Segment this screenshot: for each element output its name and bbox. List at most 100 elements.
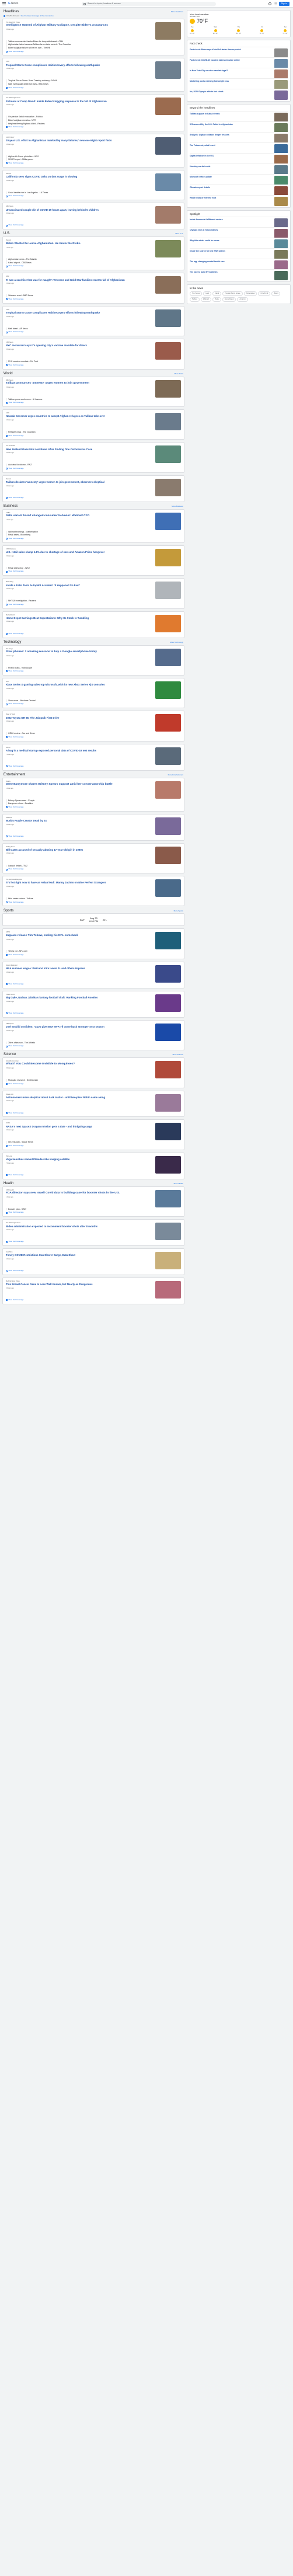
related-story[interactable]: Hulu series review - Vulture — [8, 897, 181, 900]
more-link[interactable]: More Entertainment — [168, 774, 183, 777]
story-source[interactable]: USA TODAY — [6, 137, 153, 138]
story-headline[interactable]: Drew Barrymore shares Britney Spears sup… — [6, 783, 153, 786]
story-thumbnail[interactable] — [155, 1061, 181, 1079]
story-thumbnail[interactable] — [155, 412, 181, 430]
full-coverage-link[interactable]: View Full Coverage — [6, 298, 181, 301]
story-headline[interactable]: Astronomers more skeptical about dark ma… — [6, 1096, 153, 1099]
sidebar-story-headline[interactable]: Climate report details — [190, 186, 273, 189]
gear-icon[interactable] — [268, 2, 271, 5]
full-coverage-link[interactable]: View Full Coverage — [6, 953, 181, 956]
more-link[interactable]: More Technology — [170, 641, 183, 644]
sidebar-story-headline[interactable]: Inside the search for lost WWII planes — [190, 250, 273, 252]
story-headline[interactable]: Vega launches named Pleiades-like imagin… — [6, 1158, 153, 1161]
related-story[interactable]: Afghan Air Force pilots flee - WSJ — [8, 155, 181, 158]
sidebar-story[interactable]: Is New York City vaccine mandate legal? — [190, 67, 288, 79]
sidebar-story-headline[interactable]: No, 2020 Olympic athlete fact check — [190, 90, 273, 93]
related-story[interactable]: Covid deaths rise in Los Angeles - LA Ti… — [8, 192, 181, 194]
sidebar-story[interactable]: Tim Tebow cut, what's next — [190, 142, 288, 154]
story-thumbnail[interactable] — [155, 994, 181, 1012]
sidebar-story-headline[interactable]: 5 Reasons Why the U.S. Failed in Afghani… — [190, 123, 273, 126]
story-headline[interactable]: NASA's next SpaceX Dragon mission gets a… — [6, 1125, 153, 1129]
related-story[interactable]: Lawsuit details - TMZ — [8, 865, 181, 868]
story-headline[interactable]: Jaguars release Tim Tebow, ending his NF… — [6, 934, 153, 938]
story-thumbnail[interactable] — [155, 98, 181, 116]
sidebar-section-title[interactable]: Spotlight — [190, 213, 288, 216]
sidebar-story-headline[interactable]: Microsoft Office update — [190, 176, 273, 178]
sidebar-story[interactable]: Marketing posts claiming fast weight los… — [190, 78, 288, 89]
story-thumbnail[interactable] — [155, 478, 181, 496]
sidebar-story-headline[interactable]: The race to build EV batteries — [190, 271, 273, 273]
full-coverage-link[interactable]: View Full Coverage — [6, 50, 181, 53]
story-thumbnail[interactable] — [155, 582, 181, 600]
story-headline[interactable]: What If You Could Become Invisible to Mo… — [6, 1063, 153, 1066]
story-thumbnail[interactable] — [155, 61, 181, 79]
story-source[interactable]: BBC News — [6, 380, 153, 381]
sidebar-story-headline[interactable]: Digital inflation in the U.S. — [190, 155, 273, 157]
more-link[interactable]: More U.S. — [175, 232, 183, 235]
full-coverage-link[interactable]: View Full Coverage — [6, 434, 181, 437]
full-coverage-link[interactable]: View Full Coverage — [6, 806, 181, 809]
sidebar-story-headline[interactable]: Fact check: COVID-19 vaccine claims circ… — [190, 59, 273, 61]
story-source[interactable]: CBS News — [6, 342, 153, 343]
story-headline[interactable]: Pixel phones: 3 amazing reasons to buy a… — [6, 650, 153, 654]
section-title[interactable]: Health — [4, 1182, 13, 1186]
sidebar-story-headline[interactable]: The app changing mental health care — [190, 260, 273, 263]
story-thumbnail[interactable] — [155, 342, 181, 360]
sidebar-section-title[interactable]: Beyond the headlines — [190, 106, 288, 110]
full-coverage-link[interactable]: View Full Coverage — [6, 467, 181, 470]
story-thumbnail[interactable] — [155, 714, 181, 732]
story-thumbnail[interactable] — [155, 1123, 181, 1141]
full-coverage-link[interactable]: View Full Coverage — [6, 736, 181, 739]
announcement-link[interactable]: See the latest coverage of the coronavir… — [21, 15, 54, 18]
sidebar-story[interactable]: Housing market cools — [190, 163, 288, 175]
story-thumbnail[interactable] — [155, 932, 181, 950]
topic-chip[interactable]: Kabul — [212, 291, 222, 296]
story-thumbnail[interactable] — [155, 240, 181, 258]
story-thumbnail[interactable] — [155, 512, 181, 530]
section-title[interactable]: Business — [4, 504, 18, 509]
story-source[interactable]: NBC News — [6, 206, 153, 207]
sidebar-story-headline[interactable]: Housing market cools — [190, 165, 273, 168]
full-coverage-link[interactable]: View Full Coverage — [6, 1045, 181, 1047]
related-story[interactable]: Kabul airport - CBS News — [8, 262, 181, 264]
story-headline[interactable]: U.S. retail sales slump 1.1% due to shor… — [6, 551, 153, 554]
story-source[interactable]: IGN — [6, 681, 153, 683]
full-coverage-link[interactable]: View Full Coverage — [6, 765, 181, 768]
full-coverage-link[interactable]: View Full Coverage — [6, 537, 181, 540]
story-headline[interactable]: 2022 Toyota GR 86: The Jalopnik First Dr… — [6, 716, 153, 720]
story-source[interactable]: Reuters — [6, 478, 153, 480]
full-coverage-link[interactable]: View Full Coverage — [6, 162, 181, 165]
related-story[interactable]: Afghanistan latest news as Taliban force… — [8, 43, 181, 46]
topic-chip[interactable]: Amazon — [237, 297, 248, 302]
story-headline[interactable]: Unvaccinated couple die of COVID-19 hour… — [6, 208, 153, 212]
story-thumbnail[interactable] — [155, 1189, 181, 1207]
related-story[interactable]: Auckland lockdown - RNZ — [8, 464, 181, 467]
full-coverage-link[interactable]: View Full Coverage — [6, 1144, 181, 1147]
story-headline[interactable]: Bill Gates accused of sexually abusing 1… — [6, 848, 153, 852]
story-headline[interactable]: FDA director says new Israeli Covid data… — [6, 1192, 153, 1195]
story-thumbnail[interactable] — [155, 1155, 181, 1174]
story-thumbnail[interactable] — [155, 380, 181, 398]
story-source[interactable]: Reuters — [6, 239, 153, 241]
search-box[interactable]: Search for topics, locations & sources — [82, 1, 216, 6]
story-source[interactable]: Road & Track — [6, 713, 153, 715]
story-headline[interactable]: NBA summer league: Pelicans' Kira Lewis … — [6, 967, 153, 970]
story-source[interactable]: CNN — [6, 412, 153, 414]
related-story[interactable]: Veterans react - ABC News — [8, 294, 181, 297]
story-headline[interactable]: Buddy Puzzle Creator Dead by 24 — [6, 819, 153, 823]
full-coverage-link[interactable]: View Full Coverage — [6, 496, 181, 499]
more-link[interactable]: More Headlines — [171, 11, 183, 13]
story-thumbnail[interactable] — [155, 681, 181, 699]
full-coverage-link[interactable]: View Full Coverage — [6, 1112, 181, 1115]
section-title[interactable]: Science — [4, 1053, 16, 1057]
story-source[interactable]: Bloomberg — [6, 581, 153, 583]
story-source[interactable]: Reuters — [6, 173, 153, 175]
story-headline[interactable]: 'It's hot right now to have an Asian lea… — [6, 881, 153, 885]
story-source[interactable]: Rolling Stone — [6, 846, 153, 848]
sidebar-story[interactable]: No, 2020 Olympic athlete fact check — [190, 88, 288, 100]
story-source[interactable]: ZDNet — [6, 747, 153, 749]
related-story[interactable]: ISS resupply - Space News — [8, 1141, 181, 1144]
story-headline[interactable]: Intelligence Warned of Afghan Military C… — [6, 24, 153, 27]
sidebar-story-headline[interactable]: Inside Amazon's fulfillment centers — [190, 218, 273, 221]
story-thumbnail[interactable] — [155, 747, 181, 765]
